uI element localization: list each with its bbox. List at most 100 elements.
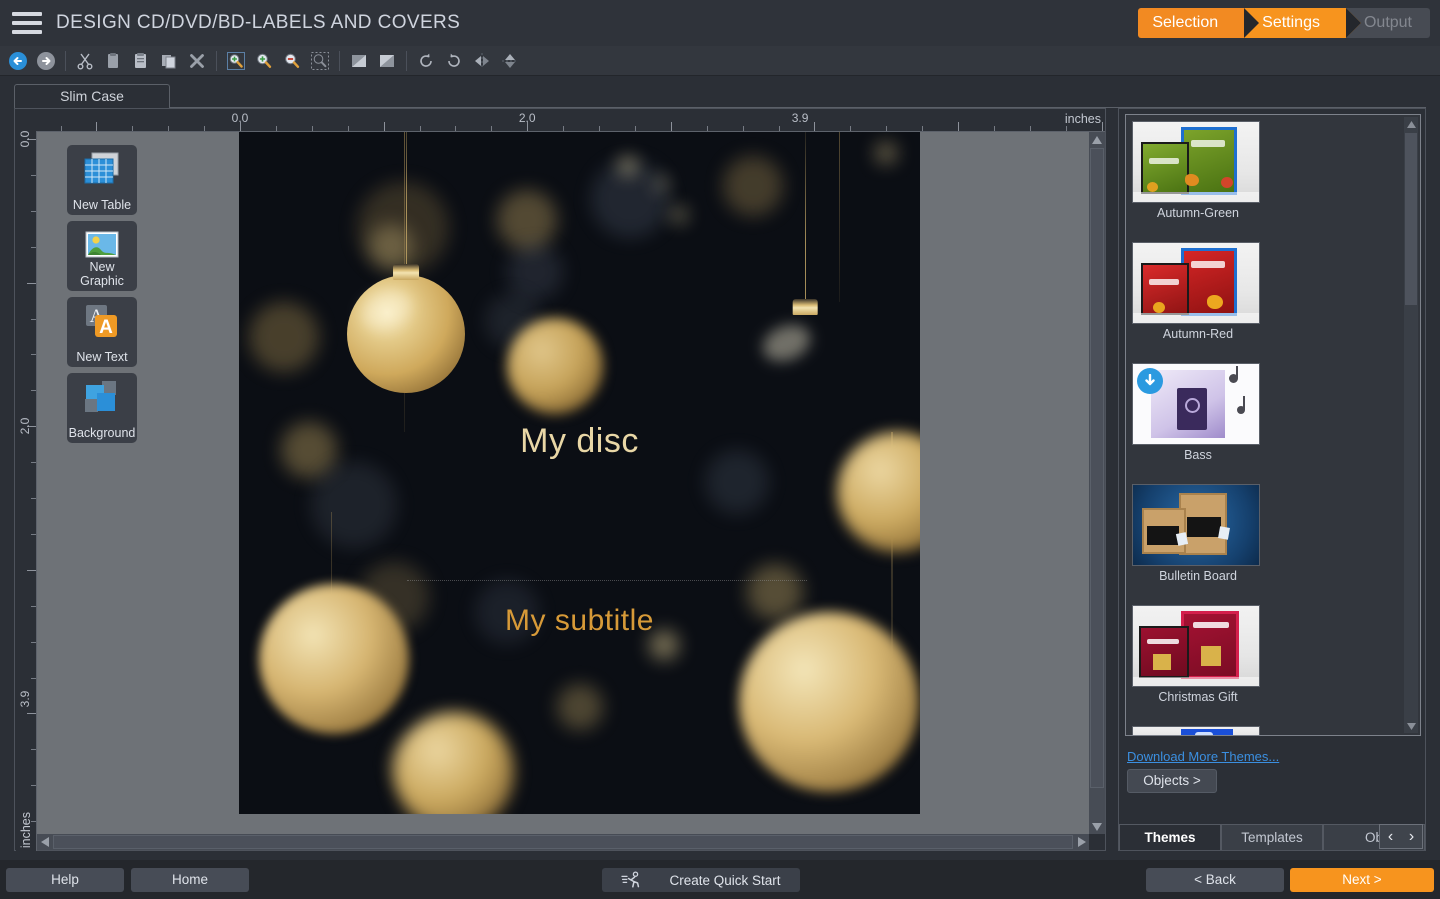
theme-item-partial[interactable] [1132,726,1264,736]
shape-diagonal-icon[interactable] [346,48,372,74]
object-tool-palette: New Table New Graphic [67,145,137,449]
ruler-tick [31,319,36,320]
theme-scroll-thumb[interactable] [1405,133,1417,305]
ruler-tick [31,175,36,176]
new-text-button[interactable]: A A New Text [67,297,137,367]
ornament-cap [393,264,419,280]
tab-scroll-prev-icon[interactable]: ‹ [1380,825,1401,848]
wizard-step-output-label: Output [1364,14,1412,32]
wizard-step-settings[interactable]: Settings [1244,8,1346,38]
theme-name: Bass [1132,448,1264,462]
ruler-tick [31,211,36,212]
ruler-tick [348,126,349,131]
ornament-ball-blurred [394,712,514,814]
redo-icon[interactable] [33,48,59,74]
ruler-label: 0.0 [18,131,32,147]
cut-icon[interactable] [72,48,98,74]
canvas-horizontal-scrollbar[interactable] [37,834,1089,850]
background-label: Background [67,426,137,440]
theme-scroll-down-arrow-icon[interactable] [1404,719,1418,733]
download-icon [1137,368,1163,394]
scroll-right-arrow-icon[interactable] [1074,834,1089,850]
zoom-out-icon[interactable] [279,48,305,74]
paste-icon[interactable] [100,48,126,74]
vertical-scroll-thumb[interactable] [1090,148,1104,788]
flip-horizontal-icon[interactable] [469,48,495,74]
ruler-tick [599,126,600,131]
toolbar-separator-1 [65,51,66,71]
back-button[interactable]: < Back [1146,868,1284,892]
theme-name: Christmas Gift [1132,690,1264,704]
ornament-highlight [356,283,417,335]
canvas-title-text[interactable]: My disc [520,422,639,461]
rotate-right-icon[interactable] [441,48,467,74]
theme-thumbnail [1132,363,1260,445]
theme-item-christmas-gift[interactable]: Christmas Gift [1132,605,1264,704]
shape-diagonal-alt-icon[interactable] [374,48,400,74]
wizard-step-settings-label: Settings [1262,14,1320,32]
ruler-tick [31,749,36,750]
zoom-in-icon[interactable] [251,48,277,74]
wizard-step-selection[interactable]: Selection [1138,8,1244,38]
create-quick-start-button[interactable]: Create Quick Start [602,868,800,892]
table-icon [80,151,124,191]
theme-item-bulletin-board[interactable]: Bulletin Board [1132,484,1264,583]
canvas-subtitle-text[interactable]: My subtitle [505,604,654,638]
theme-scroll-up-arrow-icon[interactable] [1404,117,1418,131]
document-tab-slim-case[interactable]: Slim Case [14,84,170,108]
hamburger-menu-icon[interactable] [12,12,42,34]
objects-button[interactable]: Objects > [1127,769,1217,793]
canvas-viewport[interactable]: My disc My subtitle New Ta [37,132,1089,834]
new-table-button[interactable]: New Table [67,145,137,215]
zoom-selection-icon[interactable] [307,48,333,74]
tab-templates[interactable]: Templates [1221,824,1323,850]
tab-scroll-next-icon[interactable]: › [1401,825,1422,848]
zoom-fit-icon[interactable] [223,48,249,74]
theme-list[interactable]: Autumn-Green Autumn-Red [1125,114,1421,736]
ruler-tick [31,390,36,391]
bokeh-light [557,684,603,730]
bokeh-light [311,462,397,548]
bokeh-light [497,190,557,250]
bokeh-light [655,177,668,190]
clipboard-icon[interactable] [128,48,154,74]
bokeh-light [875,142,897,164]
ruler-tick [455,126,456,131]
next-button[interactable]: Next > [1290,868,1434,892]
canvas-vertical-scrollbar[interactable] [1089,132,1105,834]
delete-icon[interactable] [184,48,210,74]
ruler-tick [671,122,672,131]
ruler-tick [850,126,851,131]
svg-text:A: A [99,317,113,338]
wizard-step-selection-label: Selection [1152,14,1218,32]
design-canvas[interactable]: My disc My subtitle [239,132,920,814]
download-more-themes-link[interactable]: Download More Themes... [1127,749,1279,764]
ruler-tick [958,122,959,131]
ruler-tick [491,126,492,131]
background-button[interactable]: Background [67,373,137,443]
undo-icon[interactable] [5,48,31,74]
home-button[interactable]: Home [131,868,249,892]
ornament-ball-blurred [259,584,409,734]
new-graphic-button[interactable]: New Graphic [67,221,137,291]
theme-item-autumn-green[interactable]: Autumn-Green [1132,121,1264,220]
copy-icon[interactable] [156,48,182,74]
scroll-down-arrow-icon[interactable] [1089,819,1105,834]
ruler-tick [1030,126,1031,131]
tab-themes[interactable]: Themes [1119,824,1221,850]
scroll-up-arrow-icon[interactable] [1089,132,1105,147]
flip-vertical-icon[interactable] [497,48,523,74]
help-button[interactable]: Help [6,868,124,892]
theme-thumbnail [1132,484,1260,566]
theme-list-scrollbar[interactable] [1404,117,1418,733]
ornament-string [805,132,806,300]
horizontal-scroll-thumb[interactable] [53,835,1073,849]
scroll-left-arrow-icon[interactable] [37,834,52,850]
rotate-left-icon[interactable] [413,48,439,74]
text-icon: A A [80,303,124,343]
theme-item-bass[interactable]: Bass [1132,363,1264,462]
theme-item-autumn-red[interactable]: Autumn-Red [1132,242,1264,341]
hanging-string [839,132,840,302]
vertical-ruler: inches 0.02.03.9 [16,131,37,851]
ruler-tick [420,126,421,131]
